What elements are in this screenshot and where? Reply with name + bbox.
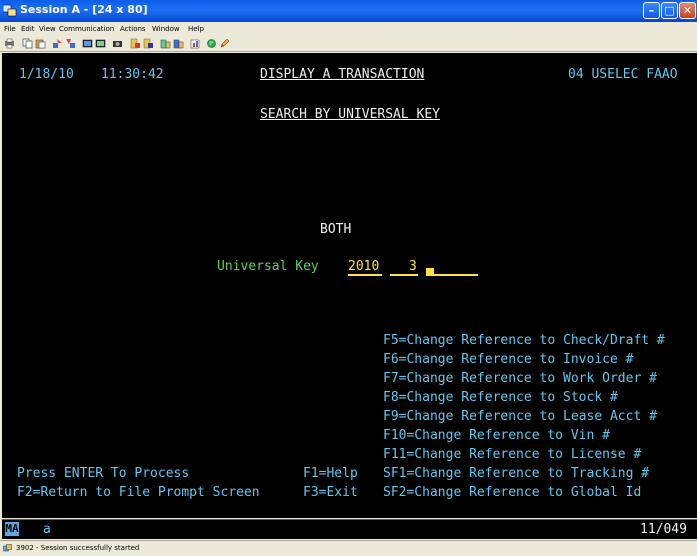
menu-window[interactable]: Window bbox=[152, 25, 180, 33]
f3-exit-key: F3=Exit bbox=[303, 485, 358, 500]
universal-key-year-field[interactable]: 2010 bbox=[348, 259, 379, 274]
menu-actions[interactable]: Actions bbox=[120, 25, 146, 33]
minimize-button[interactable]: – bbox=[643, 2, 660, 19]
paste-icon[interactable] bbox=[35, 38, 46, 49]
receive-icon[interactable] bbox=[65, 38, 76, 49]
f2-return-key: F2=Return to File Prompt Screen bbox=[17, 485, 260, 500]
search-mode: BOTH bbox=[320, 222, 352, 237]
status-message: 3902 - Session successfully started bbox=[16, 544, 140, 552]
menu-file[interactable]: File bbox=[4, 25, 16, 33]
year-field-underline bbox=[348, 274, 382, 276]
clipboard-icon[interactable] bbox=[160, 38, 171, 49]
display-icon[interactable] bbox=[82, 38, 93, 49]
option-f9: F9=Change Reference to Lease Acct # bbox=[383, 409, 657, 424]
input-indicator: a bbox=[43, 522, 51, 537]
menu-help[interactable]: Help bbox=[188, 25, 204, 33]
system-id: 04 USELEC FAAO bbox=[568, 67, 678, 82]
status-icon bbox=[3, 544, 12, 552]
map-icon[interactable] bbox=[173, 38, 184, 49]
terminal-screen[interactable]: 1/18/10 11:30:42 DISPLAY A TRANSACTION 0… bbox=[2, 53, 697, 518]
press-enter-text: Press ENTER To Process bbox=[17, 466, 190, 481]
maximize-button[interactable]: □ bbox=[661, 2, 678, 19]
screen-subtitle: SEARCH BY UNIVERSAL KEY bbox=[260, 107, 441, 122]
window-title: Session A - [24 x 80] bbox=[20, 3, 148, 16]
option-f6: F6=Change Reference to Invoice # bbox=[383, 352, 634, 367]
text-cursor bbox=[426, 268, 434, 274]
send-icon[interactable] bbox=[52, 38, 63, 49]
option-f5: F5=Change Reference to Check/Draft # bbox=[383, 333, 665, 348]
menu-view[interactable]: View bbox=[39, 25, 56, 33]
session-indicator: MA bbox=[5, 522, 19, 536]
copy-icon[interactable] bbox=[22, 38, 33, 49]
menu-communication[interactable]: Communication bbox=[59, 25, 114, 33]
universal-key-label: Universal Key bbox=[217, 259, 319, 274]
toolbar bbox=[0, 36, 697, 52]
option-sf1: SF1=Change Reference to Tracking # bbox=[383, 466, 650, 481]
f1-help-key: F1=Help bbox=[303, 466, 358, 481]
seq-field-underline bbox=[390, 274, 418, 276]
macro-play-icon[interactable] bbox=[130, 38, 141, 49]
option-f11: F11=Change Reference to License # bbox=[383, 447, 642, 462]
option-f10: F10=Change Reference to Vin # bbox=[383, 428, 610, 443]
stop-icon[interactable] bbox=[143, 38, 154, 49]
record-icon[interactable] bbox=[112, 38, 123, 49]
screen-title: DISPLAY A TRANSACTION bbox=[260, 67, 425, 82]
operator-info-area: MA a 11/049 bbox=[2, 519, 697, 539]
time-display: 11:30:42 bbox=[101, 67, 164, 82]
title-bar: Session A - [24 x 80] – □ ✕ bbox=[0, 0, 697, 22]
option-sf2: SF2=Change Reference to Global Id bbox=[383, 485, 642, 500]
status-bar: 3902 - Session successfully started bbox=[0, 540, 697, 556]
universal-key-seq-field[interactable]: 3 bbox=[409, 259, 417, 274]
menu-edit[interactable]: Edit bbox=[21, 25, 35, 33]
globe-icon[interactable] bbox=[206, 38, 217, 49]
close-button[interactable]: ✕ bbox=[679, 2, 696, 19]
settings-icon[interactable] bbox=[95, 38, 106, 49]
cursor-position: 11/049 bbox=[640, 522, 687, 537]
key-field-underline bbox=[426, 274, 478, 276]
date-display: 1/18/10 bbox=[19, 67, 74, 82]
option-f8: F8=Change Reference to Stock # bbox=[383, 390, 618, 405]
print-icon[interactable] bbox=[4, 38, 15, 49]
session-icon bbox=[3, 4, 17, 17]
chart-icon[interactable] bbox=[190, 38, 201, 49]
edit-icon[interactable] bbox=[219, 38, 230, 49]
menu-bar: File Edit View Communication Actions Win… bbox=[0, 22, 697, 36]
option-f7: F7=Change Reference to Work Order # bbox=[383, 371, 657, 386]
